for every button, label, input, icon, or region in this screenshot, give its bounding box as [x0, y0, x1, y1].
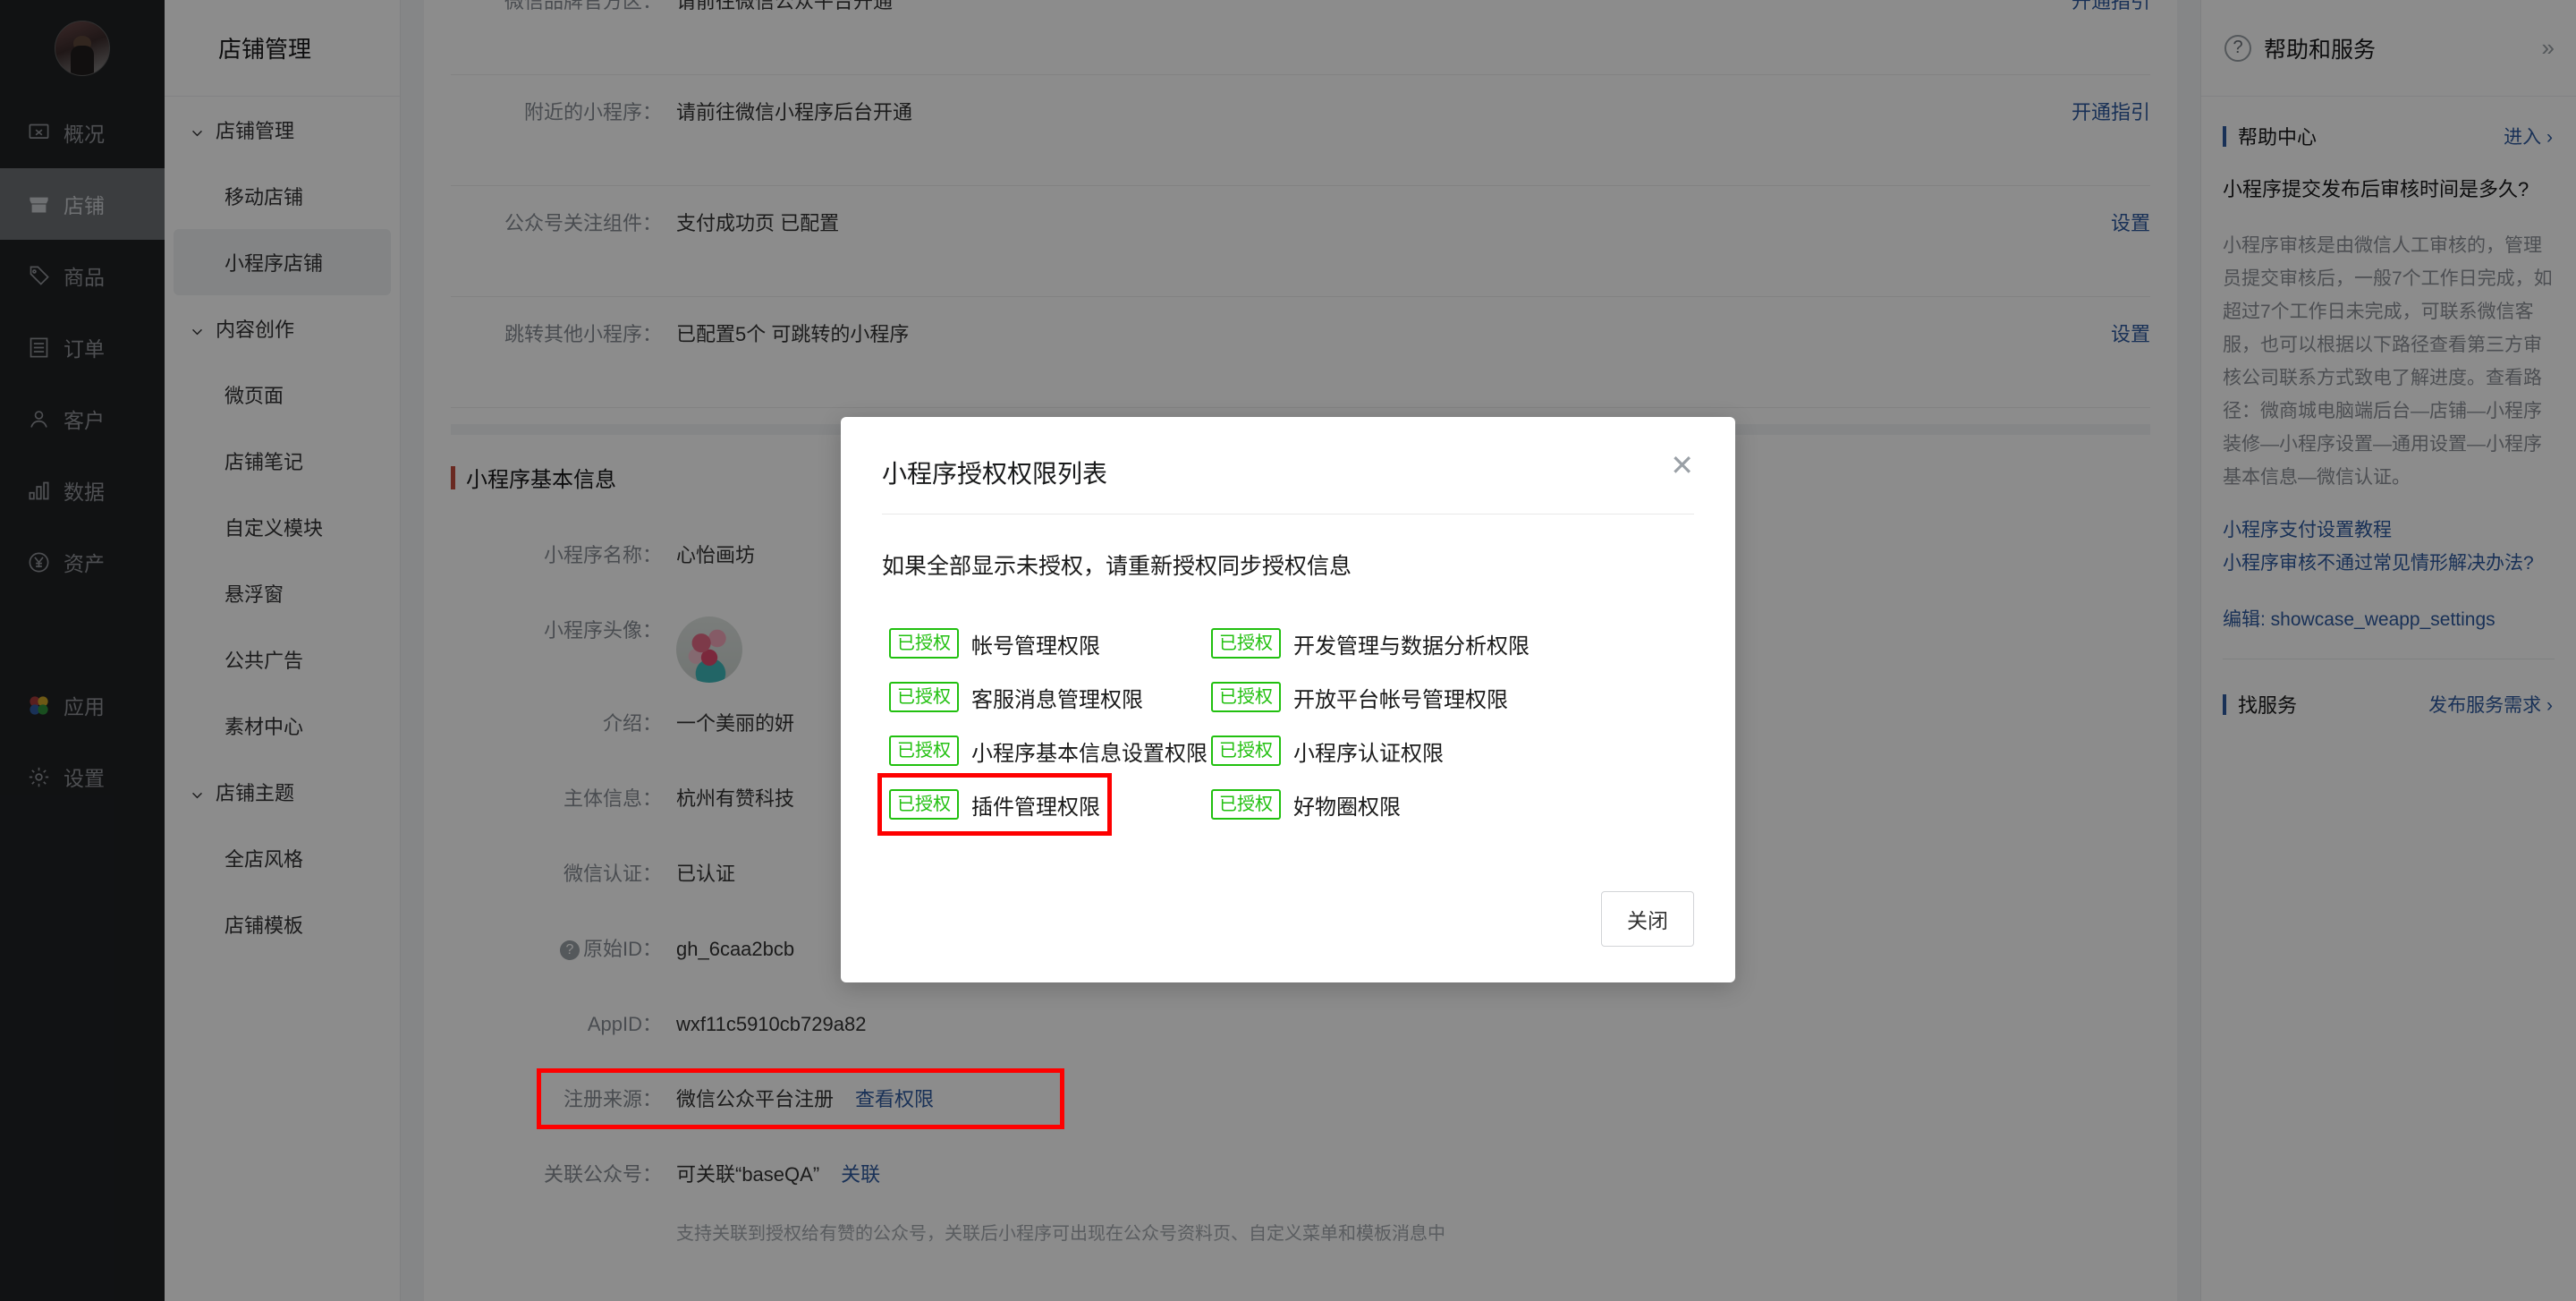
permission-label: 好物圈权限 [1293, 795, 1401, 820]
permission-item-right-1: 已授权 开放平台帐号管理权限 [1204, 670, 1515, 724]
permission-label: 客服消息管理权限 [971, 687, 1143, 712]
permission-label: 开放平台帐号管理权限 [1293, 687, 1508, 712]
modal-title: 小程序授权权限列表 [882, 460, 1108, 488]
permission-item-left-3: 已授权 插件管理权限 [877, 773, 1112, 836]
granted-badge: 已授权 [889, 789, 959, 820]
granted-badge: 已授权 [889, 682, 959, 712]
modal-header: 小程序授权权限列表 ✕ [841, 417, 1735, 490]
close-icon[interactable]: ✕ [1670, 451, 1694, 480]
granted-badge: 已授权 [1211, 736, 1281, 766]
permission-list-modal: 小程序授权权限列表 ✕ 如果全部显示未授权，请重新授权同步授权信息 已授权 帐号管… [841, 417, 1735, 982]
granted-badge: 已授权 [889, 628, 959, 659]
permission-item-left-2: 已授权 小程序基本信息设置权限 [882, 724, 1215, 778]
permission-label: 插件管理权限 [971, 795, 1100, 820]
permission-grid: 已授权 帐号管理权限 已授权 开发管理与数据分析权限 已授权 客服消息管理权限 已授权 开放平… [877, 616, 1694, 836]
close-button[interactable]: 关闭 [1601, 891, 1694, 947]
modal-note: 如果全部显示未授权，请重新授权同步授权信息 [882, 554, 1352, 579]
permission-label: 小程序基本信息设置权限 [971, 741, 1208, 766]
permission-item-left-1: 已授权 客服消息管理权限 [882, 670, 1150, 724]
permission-item-right-2: 已授权 小程序认证权限 [1204, 724, 1451, 778]
granted-badge: 已授权 [1211, 628, 1281, 659]
permission-item-right-3: 已授权 好物圈权限 [1204, 778, 1408, 831]
modal-footer: 关闭 [841, 891, 1735, 982]
granted-badge: 已授权 [1211, 789, 1281, 820]
granted-badge: 已授权 [889, 736, 959, 766]
app-root: 概况 店铺 商品 订单 客户 数据 资产 应用 设置 店铺管理 店铺管理 移动店铺 小程序店铺 内容创… [0, 0, 2576, 1301]
permission-label: 开发管理与数据分析权限 [1293, 633, 1530, 659]
permission-item-left-0: 已授权 帐号管理权限 [882, 616, 1107, 670]
modal-body: 如果全部显示未授权，请重新授权同步授权信息 已授权 帐号管理权限 已授权 开发管理与数… [841, 514, 1735, 891]
permission-item-right-0: 已授权 开发管理与数据分析权限 [1204, 616, 1537, 670]
permission-label: 帐号管理权限 [971, 633, 1100, 659]
permission-label: 小程序认证权限 [1293, 741, 1444, 766]
granted-badge: 已授权 [1211, 682, 1281, 712]
